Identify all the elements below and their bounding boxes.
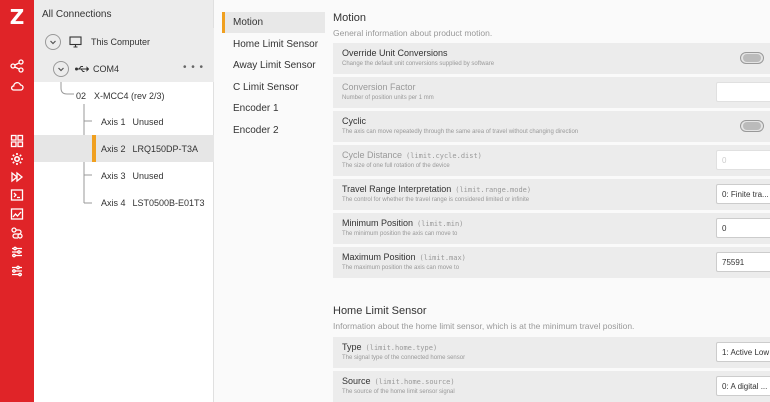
tree-row-axis-2[interactable]: Axis 2 LRQ150DP-T3A xyxy=(34,135,214,162)
terminal-icon[interactable] xyxy=(8,186,26,204)
motion-description: General information about product motion… xyxy=(333,28,493,38)
computer-label: This Computer xyxy=(91,36,151,47)
prop-override-unit-conversions: Override Unit Conversions Change the def… xyxy=(333,43,770,74)
tree-row-this-computer[interactable]: This Computer xyxy=(34,28,214,55)
active-indicator xyxy=(222,12,225,33)
section-encoder-2[interactable]: Encoder 2 xyxy=(222,120,332,141)
grid-icon[interactable] xyxy=(8,132,26,150)
chart-icon[interactable] xyxy=(8,205,26,223)
minimum-position-field[interactable]: 0 xyxy=(716,218,770,238)
axis-label: Axis 3 xyxy=(101,170,126,181)
section-home-limit-sensor[interactable]: Home Limit Sensor xyxy=(222,34,332,55)
home-source-select[interactable]: 0: A digital ... xyxy=(716,376,770,396)
controller-label: X-MCC4 (rev 2/3) xyxy=(94,90,165,101)
axis-label: Axis 1 xyxy=(101,116,126,127)
port-label: COM4 xyxy=(93,63,120,74)
section-away-limit-sensor[interactable]: Away Limit Sensor xyxy=(222,55,332,76)
settings-panel: Motion General information about product… xyxy=(325,0,770,402)
axis-label: Axis 2 xyxy=(101,143,126,154)
prop-cyclic: Cyclic The axis can move repeatedly thro… xyxy=(333,111,770,142)
prop-maximum-position: Maximum Position (limit.max) The maximum … xyxy=(333,247,770,278)
home-limit-title: Home Limit Sensor xyxy=(333,305,427,317)
prop-minimum-position: Minimum Position (limit.min) The minimum … xyxy=(333,213,770,244)
axis-device: LRQ150DP-T3A xyxy=(132,143,199,154)
controller-number: 02 xyxy=(76,90,87,101)
prop-travel-range-interpretation: Travel Range Interpretation (limit.range.… xyxy=(333,179,770,210)
gear-icon[interactable] xyxy=(8,150,26,168)
axis-label: Axis 4 xyxy=(101,197,126,208)
axis-device: LST0500B-E01T3 xyxy=(132,197,205,208)
cloud-icon[interactable] xyxy=(8,77,26,95)
maximum-position-field[interactable]: 75591 xyxy=(716,252,770,272)
sliders-icon[interactable] xyxy=(8,243,26,261)
prop-home-type: Type (limit.home.type) The signal type of… xyxy=(333,337,770,368)
sliders-alt-icon[interactable] xyxy=(8,262,26,280)
device-tree: All Connections This Computer COM4 • • •… xyxy=(34,0,214,402)
usb-icon xyxy=(75,65,89,73)
prop-conversion-factor: Conversion Factor Number of position uni… xyxy=(333,77,770,108)
steps-icon[interactable] xyxy=(8,224,26,242)
more-options-icon[interactable]: • • • xyxy=(183,63,204,73)
tree-row-port[interactable]: COM4 • • • xyxy=(34,55,214,82)
override-unit-conversions-toggle[interactable] xyxy=(740,52,764,64)
selection-indicator xyxy=(92,135,96,162)
section-c-limit-sensor[interactable]: C Limit Sensor xyxy=(222,77,332,98)
home-limit-description: Information about the home limit sensor,… xyxy=(333,321,635,331)
motion-title: Motion xyxy=(333,12,367,24)
conversion-factor-field[interactable] xyxy=(716,82,770,102)
share-icon[interactable] xyxy=(8,57,26,75)
axis-device: Unused xyxy=(132,170,164,181)
tree-row-axis-4[interactable]: Axis 4 LST0500B-E01T3 xyxy=(34,189,214,216)
app-rail: Z xyxy=(0,0,34,402)
prop-home-source: Source (limit.home.source) The source of … xyxy=(333,371,770,402)
tree-row-axis-3[interactable]: Axis 3 Unused xyxy=(34,162,214,189)
cycle-distance-field[interactable]: 0 xyxy=(716,150,770,170)
app-logo: Z xyxy=(9,5,25,29)
play-forward-icon[interactable] xyxy=(8,168,26,186)
axis-device: Unused xyxy=(132,116,164,127)
prop-cycle-distance: Cycle Distance (limit.cycle.dist) The siz… xyxy=(333,145,770,176)
home-type-select[interactable]: 1: Active Low xyxy=(716,342,770,362)
monitor-icon xyxy=(69,35,82,48)
chevron-down-icon[interactable] xyxy=(53,60,69,77)
tree-row-axis-1[interactable]: Axis 1 Unused xyxy=(34,108,214,135)
chevron-down-icon[interactable] xyxy=(45,33,61,50)
tree-header[interactable]: All Connections xyxy=(34,0,213,28)
section-encoder-1[interactable]: Encoder 1 xyxy=(222,98,332,119)
travel-range-select[interactable]: 0: Finite tra... xyxy=(716,184,770,204)
settings-sections-nav: Motion Home Limit Sensor Away Limit Sens… xyxy=(214,0,332,402)
cyclic-toggle[interactable] xyxy=(740,120,764,132)
section-motion[interactable]: Motion xyxy=(222,12,332,33)
tree-row-controller[interactable]: 02 X-MCC4 (rev 2/3) xyxy=(34,82,214,109)
